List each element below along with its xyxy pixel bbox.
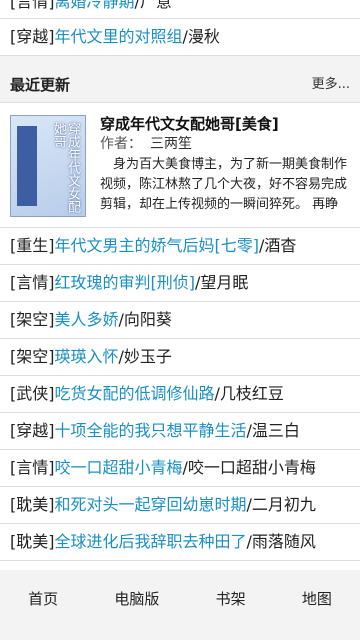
author-name: 几枝红豆 bbox=[219, 384, 284, 403]
list-item[interactable]: [耽美]和死对头一起穿回幼崽时期/二月初九 bbox=[0, 487, 360, 524]
author-label: 作者： bbox=[100, 136, 142, 152]
author-name: 二月初九 bbox=[251, 495, 316, 514]
book-title-link[interactable]: 吃货女配的低调修仙路 bbox=[55, 384, 215, 403]
book-title-link[interactable]: 十项全能的我只想平静生活 bbox=[55, 421, 247, 440]
genre-tag: [穿越] bbox=[10, 421, 55, 440]
nav-home[interactable]: 首页 bbox=[28, 588, 58, 623]
author-name: 尸意 bbox=[139, 0, 172, 11]
book-title-link[interactable]: 和死对头一起穿回幼崽时期 bbox=[55, 495, 247, 514]
book-title-link[interactable]: 离婚冷静期 bbox=[55, 0, 135, 11]
nav-sitemap[interactable]: 地图 bbox=[302, 588, 332, 623]
book-title-link[interactable]: 年代文男主的娇气后妈[七零] bbox=[55, 236, 260, 255]
genre-tag: [耽美] bbox=[10, 495, 55, 514]
book-title-link[interactable]: 美人多娇 bbox=[55, 310, 119, 329]
cover-title: 穿成年代文女配她哥 bbox=[51, 122, 80, 213]
genre-tag: [架空] bbox=[10, 347, 55, 366]
author-name: 向阳葵 bbox=[123, 310, 172, 329]
list-item[interactable]: [架空]瑛瑛入怀/妙玉子 bbox=[0, 339, 360, 376]
list-item[interactable]: [耽美]全球进化后我辞职去种田了/雨落随风 bbox=[0, 524, 360, 561]
more-link[interactable]: 更多... bbox=[312, 68, 350, 102]
nav-bookshelf[interactable]: 书架 bbox=[216, 588, 246, 623]
top-item[interactable]: [穿越]年代文里的对照组/漫秋 bbox=[0, 19, 360, 56]
author-name: 三两笙 bbox=[150, 136, 192, 152]
featured-author: 作者： 三两笙 bbox=[100, 135, 350, 153]
author-name: 温三白 bbox=[251, 421, 300, 440]
book-title-link[interactable]: 年代文里的对照组 bbox=[55, 27, 183, 46]
bottom-nav: 首页 电脑版 书架 地图 bbox=[0, 570, 360, 640]
section-title: 最近更新 bbox=[10, 76, 71, 94]
book-title-link[interactable]: 红玫瑰的审判[刑侦] bbox=[55, 273, 196, 292]
author-name: 望月眠 bbox=[200, 273, 249, 292]
author-name: 酒杳 bbox=[264, 236, 297, 255]
section-header: 最近更新 更多... bbox=[0, 68, 360, 103]
featured-description: 身为百大美食博主，为了新一期美食制作视频，陈江林熬了几个大夜，好不容易完成剪辑，… bbox=[100, 157, 348, 212]
author-name: 漫秋 bbox=[187, 27, 220, 46]
author-name: 雨落随风 bbox=[251, 532, 316, 551]
featured-info: 穿成年代文女配她哥[美食] 作者： 三两笙 身为百大美食博主，为了新一期美食制作视… bbox=[100, 113, 350, 219]
list-item[interactable]: [言情]咬一口超甜小青梅/咬一口超甜小青梅 bbox=[0, 450, 360, 487]
featured-title[interactable]: 穿成年代文女配她哥[美食] bbox=[100, 115, 350, 133]
genre-tag: [穿越] bbox=[10, 27, 55, 46]
list-item[interactable]: [重生]年代文男主的娇气后妈[七零]/酒杳 bbox=[0, 228, 360, 265]
genre-tag: [架空] bbox=[10, 310, 55, 329]
top-item[interactable]: [言情]离婚冷静期/尸意 bbox=[0, 0, 360, 19]
author-name: 妙玉子 bbox=[123, 347, 172, 366]
genre-tag: [武侠] bbox=[10, 384, 55, 403]
book-title-link[interactable]: 瑛瑛入怀 bbox=[55, 347, 119, 366]
book-title-link[interactable]: 全球进化后我辞职去种田了 bbox=[55, 532, 247, 551]
featured-book[interactable]: 穿成年代文女配她哥 穿成年代文女配她哥[美食] 作者： 三两笙 身为百大美食博主，… bbox=[0, 103, 360, 228]
cover-band bbox=[17, 126, 37, 206]
list-item[interactable]: [武侠]吃货女配的低调修仙路/几枝红豆 bbox=[0, 376, 360, 413]
author-name: 咬一口超甜小青梅 bbox=[187, 458, 316, 477]
section-gap bbox=[0, 56, 360, 68]
genre-tag: [重生] bbox=[10, 236, 55, 255]
genre-tag: [耽美] bbox=[10, 532, 55, 551]
genre-tag: [言情] bbox=[10, 273, 55, 292]
list-item[interactable]: [架空]美人多娇/向阳葵 bbox=[0, 302, 360, 339]
nav-pc-version[interactable]: 电脑版 bbox=[114, 588, 159, 623]
genre-tag: [言情] bbox=[10, 458, 55, 477]
list-item[interactable]: [言情]红玫瑰的审判[刑侦]/望月眠 bbox=[0, 265, 360, 302]
genre-tag: [言情] bbox=[10, 0, 55, 11]
book-title-link[interactable]: 咬一口超甜小青梅 bbox=[55, 458, 183, 477]
book-cover[interactable]: 穿成年代文女配她哥 bbox=[10, 115, 86, 217]
list-item[interactable]: [穿越]十项全能的我只想平静生活/温三白 bbox=[0, 413, 360, 450]
